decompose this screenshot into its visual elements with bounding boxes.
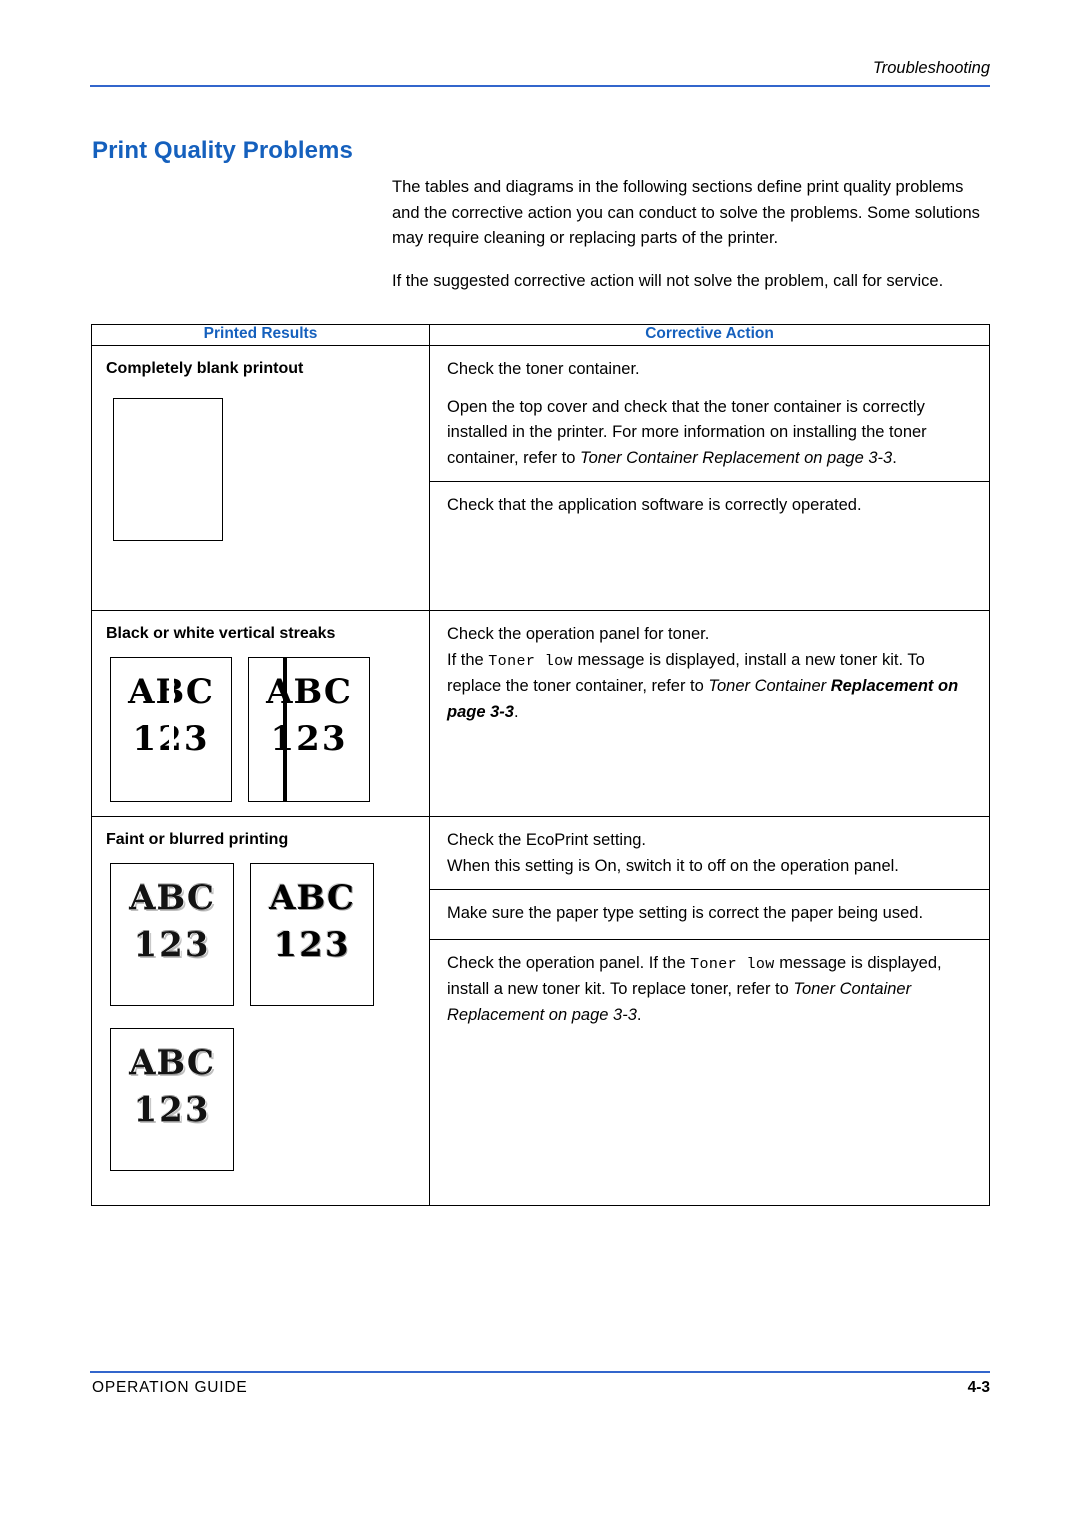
column-header-printed-results: Printed Results	[91, 324, 430, 346]
action-text-segment: Check the operation panel. If the	[447, 953, 691, 972]
printed-results-cell-faint: Faint or blurred printing ABC 123 ABC 12…	[91, 816, 430, 1206]
action-text: When this setting is On, switch it to of…	[430, 854, 989, 890]
action-text-segment: .	[892, 448, 897, 467]
row-label-vertical-streaks: Black or white vertical streaks	[106, 625, 336, 642]
action-text-segment: Check the operation panel for toner.	[447, 625, 710, 643]
column-header-corrective-action: Corrective Action	[429, 324, 990, 346]
action-text-segment: If the	[447, 650, 489, 669]
sample-illustrations-blank	[92, 378, 429, 577]
action-text-segment: When this setting is On, switch it to of…	[447, 856, 899, 875]
intro-paragraph-2: If the suggested corrective action will …	[392, 271, 944, 290]
sample-text-abc: ABC	[266, 672, 352, 712]
action-text-segment: Toner Container Replacement on page 3-3	[580, 448, 893, 467]
intro-paragraphs: The tables and diagrams in the following…	[392, 175, 994, 294]
corrective-action-cell-blank: Check the toner container. Open the top …	[429, 345, 990, 611]
sample-text-123: 123	[133, 925, 211, 965]
action-text: Check the operation panel. If the Toner …	[430, 938, 989, 1178]
action-text-segment: Toner low	[690, 955, 775, 973]
document-page: Troubleshooting Print Quality Problems T…	[0, 0, 1080, 1528]
action-text: Make sure the paper type setting is corr…	[430, 889, 989, 939]
sample-text-abc: ABC	[129, 878, 215, 918]
sample-sheet-blurred: ABC 123	[250, 863, 374, 1006]
white-vertical-streak	[169, 658, 174, 801]
row-label-faint-printing: Faint or blurred printing	[106, 831, 289, 848]
action-text-segment: .	[636, 1005, 642, 1024]
action-text: Check the toner container.	[430, 346, 989, 395]
sample-text-abc: ABC	[129, 1043, 215, 1083]
corrective-action-cell-faint: Check the EcoPrint setting. When this se…	[429, 816, 990, 1206]
running-head: Troubleshooting	[872, 59, 990, 77]
sample-text-abc: ABC	[269, 878, 355, 918]
sample-sheet-black-streak: ABC 123	[248, 657, 370, 802]
sample-illustrations-faint: ABC 123 ABC 123 ABC 123	[92, 849, 429, 1205]
action-text: Check the operation panel for toner.	[430, 611, 989, 648]
table-row: Completely blank printout Check the tone…	[91, 345, 990, 611]
sample-text-123: 123	[273, 925, 351, 965]
action-text-segment: Check the toner container.	[447, 360, 640, 378]
action-text-segment: .	[513, 702, 519, 721]
action-text-segment: Check the EcoPrint setting.	[447, 831, 647, 849]
print-quality-table: Printed Results Corrective Action Comple…	[91, 324, 990, 1206]
footer-guide-label: OPERATION GUIDE	[92, 1379, 248, 1396]
corrective-action-cell-streaks: Check the operation panel for toner. If …	[429, 610, 990, 817]
action-text-segment: Toner Container	[708, 677, 831, 695]
action-text-segment: Check that the application software is c…	[447, 496, 862, 514]
page-title: Print Quality Problems	[92, 137, 353, 165]
sample-text-123: 123	[133, 1090, 211, 1130]
intro-paragraph-1: The tables and diagrams in the following…	[392, 178, 980, 247]
table-header-row: Printed Results Corrective Action	[91, 324, 990, 346]
row-label-blank-printout: Completely blank printout	[106, 360, 304, 377]
sample-illustrations-streaks: ABC 123 ABC 123	[92, 643, 429, 816]
printed-results-cell-streaks: Black or white vertical streaks ABC 123	[91, 610, 430, 817]
table-row: Faint or blurred printing ABC 123 ABC 12…	[91, 816, 990, 1206]
sample-sheet-blank	[113, 398, 223, 541]
action-text: Check that the application software is c…	[430, 481, 989, 610]
action-text: Open the top cover and check that the to…	[430, 395, 989, 482]
action-text: Check the EcoPrint setting.	[430, 817, 989, 854]
black-vertical-streak	[283, 658, 287, 801]
action-text-segment: Make sure the paper type setting is corr…	[447, 904, 924, 922]
sample-sheet-white-streak: ABC 123	[110, 657, 232, 802]
sample-sheet-faint-1: ABC 123	[110, 863, 234, 1006]
header-divider	[90, 85, 990, 87]
action-text-segment: Toner low	[488, 652, 573, 670]
sample-sheet-faint-2: ABC 123	[110, 1028, 234, 1171]
footer-page-number: 4-3	[967, 1379, 990, 1396]
footer-divider	[90, 1371, 990, 1373]
table-row: Black or white vertical streaks ABC 123	[91, 610, 990, 817]
action-text: If the Toner low message is displayed, i…	[430, 648, 989, 780]
sample-text-123: 123	[270, 719, 348, 759]
printed-results-cell-blank: Completely blank printout	[91, 345, 430, 611]
